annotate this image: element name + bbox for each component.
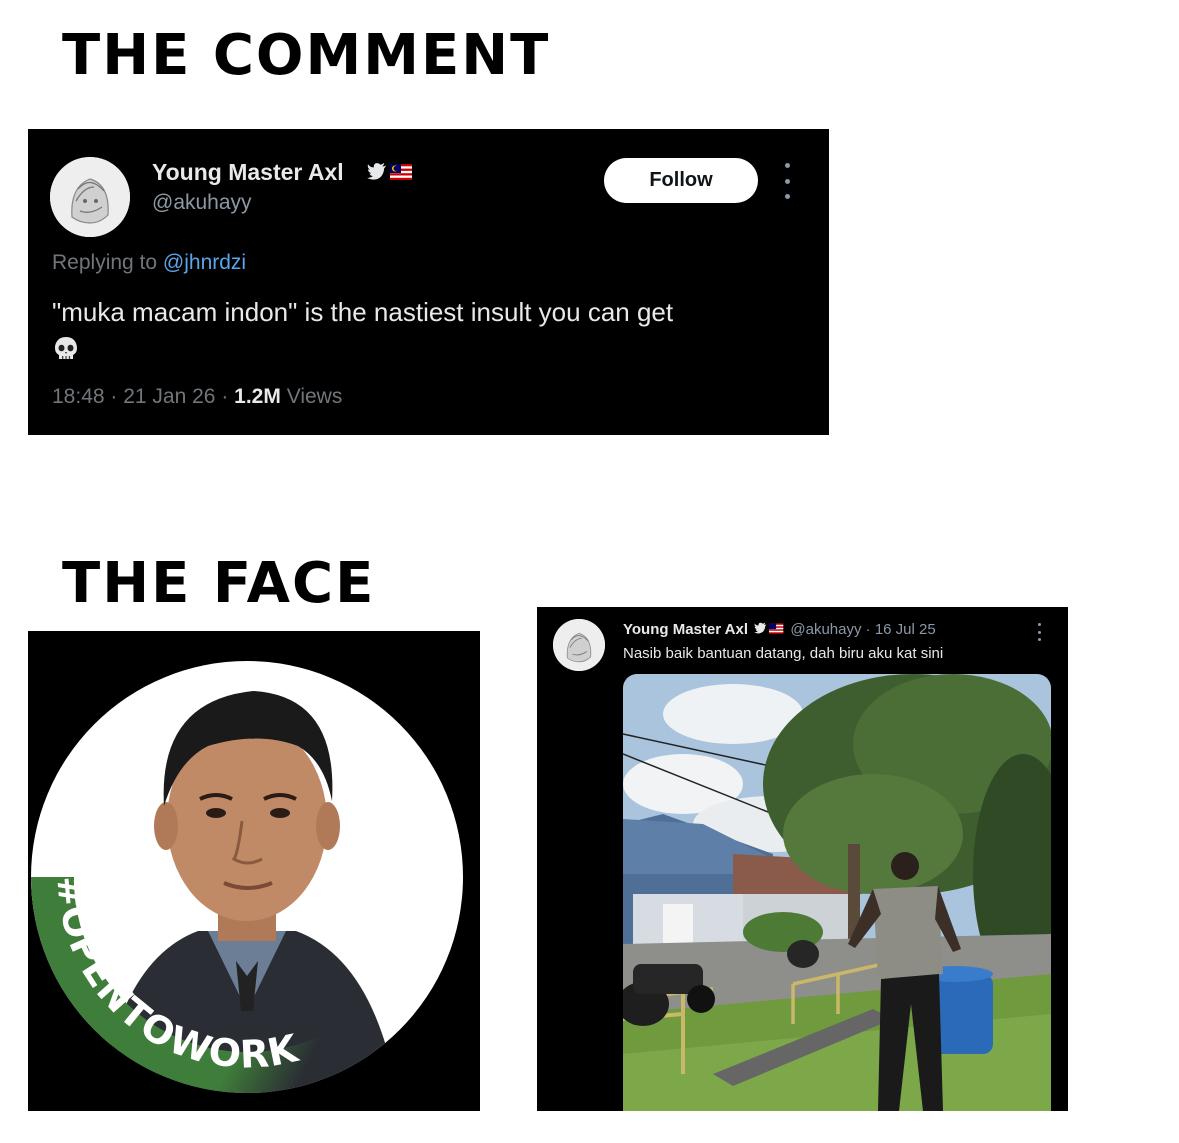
avatar[interactable] [50, 157, 130, 237]
name-badges [754, 622, 784, 634]
tweet-date[interactable]: 16 Jul 25 [875, 621, 936, 638]
more-options-icon[interactable] [780, 163, 794, 199]
avatar-sketch-icon [553, 619, 605, 671]
more-options-icon[interactable] [1035, 623, 1043, 641]
malaysia-flag-icon [390, 164, 412, 180]
replying-prefix: Replying to [52, 251, 158, 274]
twitter-bird-icon [754, 622, 767, 634]
avatar[interactable] [553, 619, 605, 671]
profile-photo-panel: #OPENTOWORK [28, 631, 480, 1111]
heading-the-face: THE FACE [62, 551, 376, 616]
tweet-text: "muka macam indon" is the nastiest insul… [52, 297, 674, 327]
handle[interactable]: @akuhayy [790, 621, 861, 638]
replying-handle-link[interactable]: @jhnrdzi [163, 251, 246, 274]
malaysia-flag-icon [769, 623, 784, 634]
display-name[interactable]: Young Master Axl [152, 159, 344, 186]
display-name[interactable]: Young Master Axl [623, 621, 748, 638]
street-photo-image [623, 674, 1051, 1111]
tweet-card-photo: Young Master Axl @akuhayy · 16 Jul 25 Na… [537, 607, 1068, 1111]
avatar-sketch-icon [50, 157, 130, 237]
handle[interactable]: @akuhayy [152, 191, 252, 215]
tweet-meta: 18:48 · 21 Jan 26 · 1.2M Views [52, 385, 343, 408]
tweet-card-comment: Young Master Axl @akuhayy Follow Replyin… [28, 129, 829, 435]
tweet-date[interactable]: 21 Jan 26 [123, 385, 215, 408]
skull-emoji-icon [55, 337, 77, 359]
open-to-work-profile-photo: #OPENTOWORK [28, 631, 480, 1111]
heading-the-comment: THE COMMENT [62, 23, 551, 88]
twitter-bird-icon [367, 162, 386, 180]
views-count: 1.2M [234, 385, 281, 408]
tweet-media-photo[interactable] [623, 674, 1051, 1111]
tweet-time[interactable]: 18:48 [52, 385, 105, 408]
name-badges [366, 162, 414, 187]
views-label: Views [286, 385, 343, 408]
separator: · [865, 621, 871, 638]
follow-button[interactable]: Follow [604, 158, 758, 203]
tweet-text: Nasib baik bantuan datang, dah biru aku … [623, 645, 944, 662]
replying-to: Replying to @jhnrdzi [52, 251, 246, 275]
tweet-header: Young Master Axl @akuhayy · 16 Jul 25 [623, 621, 936, 638]
